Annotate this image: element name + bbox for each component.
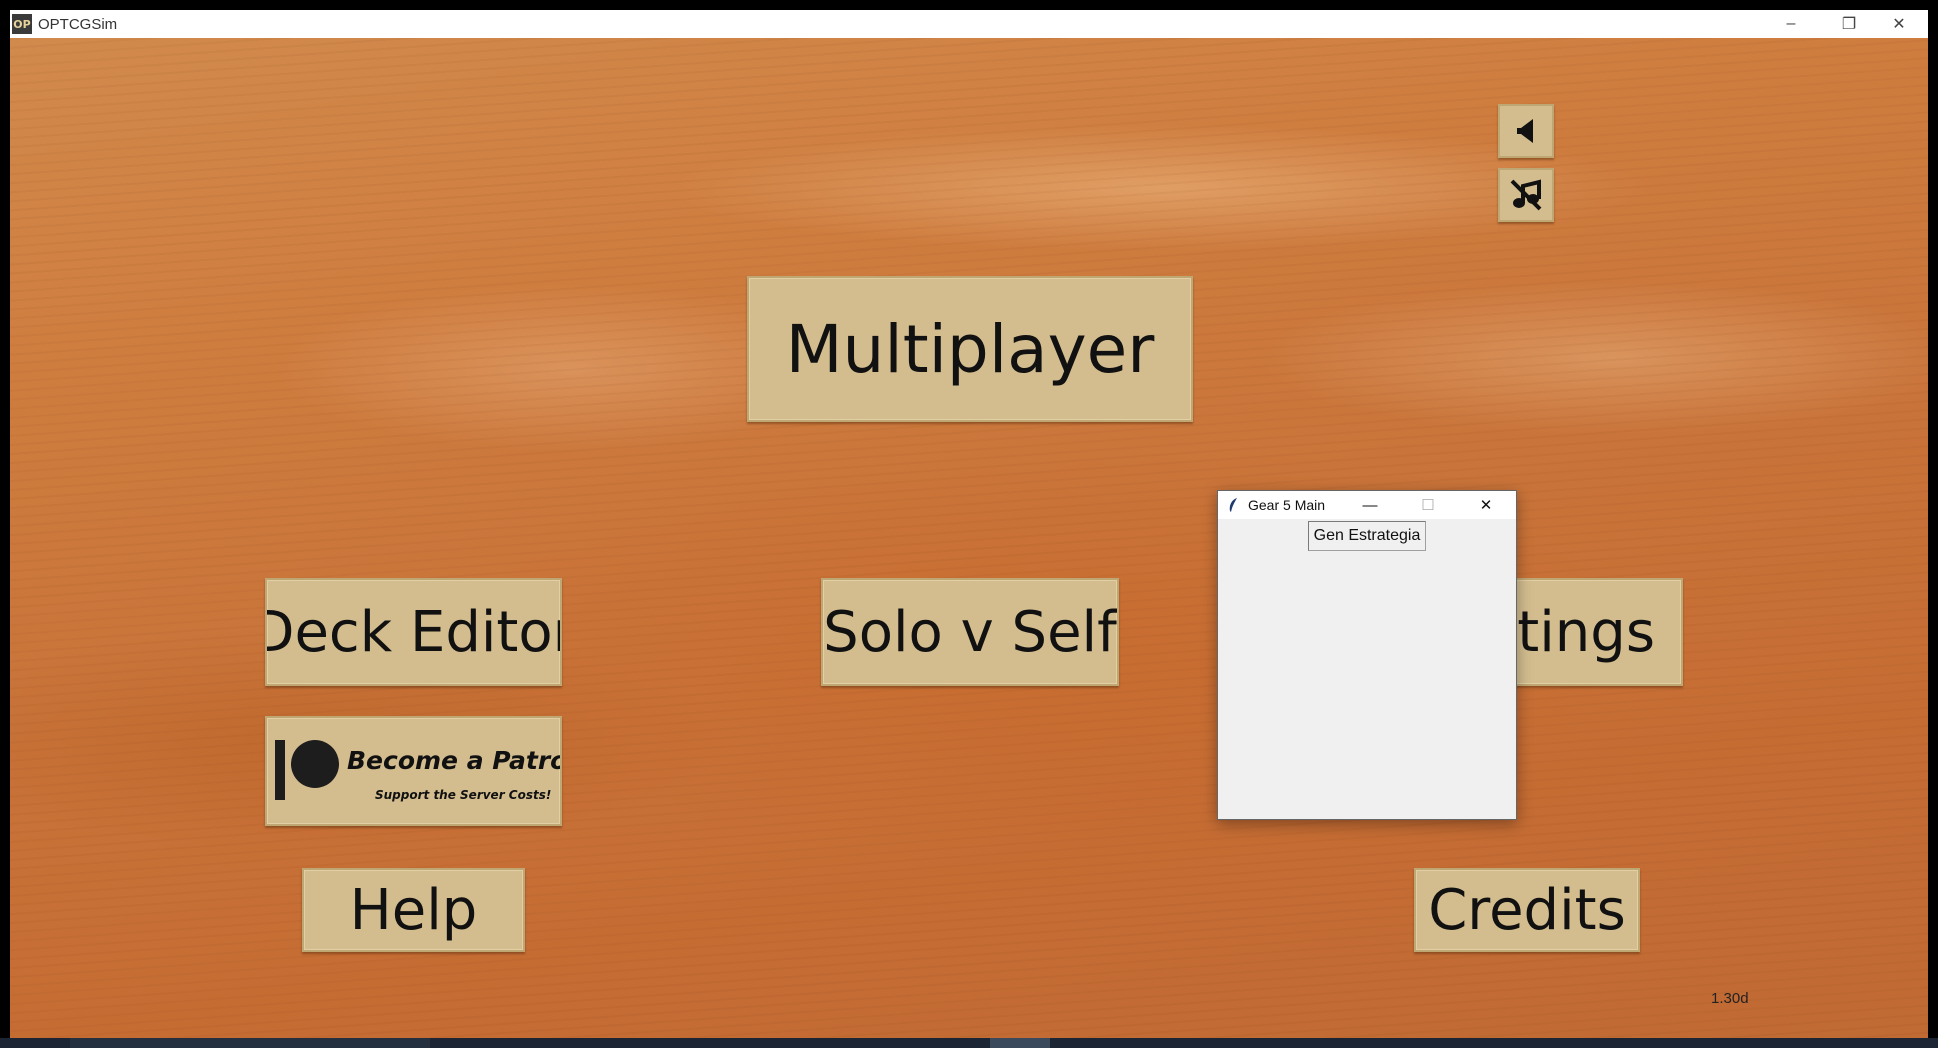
multiplayer-button[interactable]: Multiplayer — [747, 276, 1193, 422]
minimize-button[interactable]: – — [1762, 10, 1820, 38]
dialog-close-button[interactable]: ✕ — [1464, 491, 1508, 519]
patreon-circle-icon — [291, 740, 339, 788]
gear5-dialog: Gear 5 Main — ☐ ✕ Gen Estrategia — [1217, 490, 1517, 820]
music-toggle-button[interactable] — [1498, 168, 1554, 222]
taskbar-app-segment[interactable] — [70, 1038, 430, 1048]
main-menu-area: Multiplayer Deck Editor Solo v Self ting… — [10, 38, 1928, 1038]
feather-icon — [1226, 497, 1240, 513]
become-patron-button[interactable]: Become a Patron Support the Server Costs… — [265, 716, 562, 826]
gen-estrategia-button[interactable]: Gen Estrategia — [1308, 521, 1426, 551]
taskbar-active-item[interactable] — [990, 1038, 1050, 1048]
dialog-maximize-button[interactable]: ☐ — [1406, 491, 1450, 519]
dialog-title-bar: Gear 5 Main — ☐ ✕ — [1218, 491, 1516, 519]
version-label: 1.30d — [1711, 990, 1749, 1007]
title-bar: OP OPTCGSim – ❐ ✕ — [10, 10, 1928, 38]
patron-subtitle: Support the Server Costs! — [375, 788, 552, 802]
solo-v-self-button[interactable]: Solo v Self — [821, 578, 1119, 686]
music-muted-icon — [1510, 179, 1542, 211]
window-title: OPTCGSim — [38, 15, 118, 33]
patreon-bar-icon — [275, 740, 285, 800]
credits-button[interactable]: Credits — [1414, 868, 1640, 952]
speaker-icon — [1517, 119, 1533, 143]
dialog-title: Gear 5 Main — [1248, 497, 1326, 513]
dialog-minimize-button[interactable]: — — [1348, 491, 1392, 519]
close-button[interactable]: ✕ — [1870, 10, 1928, 38]
deck-editor-button[interactable]: Deck Editor — [265, 578, 562, 686]
help-button[interactable]: Help — [302, 868, 525, 952]
wood-texture — [10, 38, 1928, 1038]
patron-title: Become a Patron — [347, 746, 562, 775]
sound-toggle-button[interactable] — [1498, 104, 1554, 158]
main-window: OP OPTCGSim – ❐ ✕ Multiplayer Deck Edito… — [10, 10, 1928, 1038]
app-logo-icon: OP — [12, 14, 32, 34]
